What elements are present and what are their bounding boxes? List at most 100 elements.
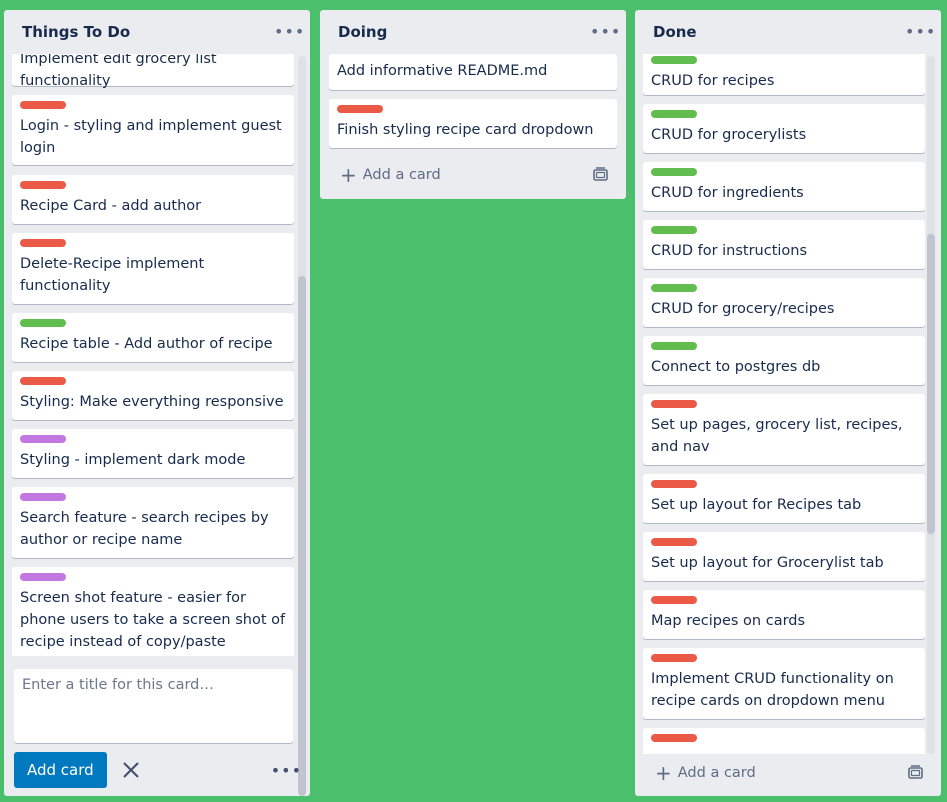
card-label-red (651, 596, 697, 604)
card-label-red (20, 239, 66, 247)
card-title: Set up pages, grocery list, recipes, and… (651, 417, 903, 455)
card[interactable]: CRUD for instructions (643, 220, 925, 269)
card[interactable]: Connect to postgres db (643, 336, 925, 385)
card-title: CRUD for grocery/recipes (651, 301, 835, 317)
card-title: Finish styling recipe card dropdown (337, 122, 594, 138)
card[interactable]: Finish styling recipe card dropdown (329, 99, 617, 148)
card[interactable]: Styling: Make everything responsive (12, 371, 294, 420)
card-title: Map recipes on cards (651, 613, 806, 629)
scrollbar[interactable] (927, 56, 935, 754)
card-label-green (651, 56, 697, 64)
list-menu-icon[interactable]: ••• (905, 24, 935, 40)
card-title: CRUD for instructions (651, 243, 808, 259)
card-label-purple (20, 573, 66, 581)
card-template-icon[interactable] (907, 765, 925, 781)
more-options-icon[interactable]: ••• (271, 761, 302, 780)
list-title[interactable]: Doing (338, 23, 387, 41)
list-header: Done ••• (635, 10, 941, 54)
card[interactable]: Delete-Recipe implement functionality (12, 233, 294, 304)
list-header: Doing ••• (320, 10, 626, 54)
card-label-red (337, 105, 383, 113)
card[interactable]: Implement edit grocery list functionalit… (12, 54, 294, 89)
add-card-link[interactable]: + Add a card (340, 165, 441, 185)
plus-icon: + (655, 761, 672, 785)
list-title[interactable]: Done (653, 23, 697, 41)
add-card-label: Add a card (677, 765, 756, 781)
card-title: Screen shot feature - easier for phone u… (20, 590, 286, 650)
card[interactable]: CRUD for grocerylists (643, 104, 925, 153)
list-title[interactable]: Things To Do (22, 23, 130, 41)
add-card-button[interactable]: Add card (14, 752, 107, 788)
card-label-red (651, 400, 697, 408)
card-title: Login - styling and implement guest logi… (20, 118, 282, 156)
scrollbar-thumb[interactable] (927, 234, 935, 534)
new-card-placeholder: Enter a title for this card… (22, 677, 214, 693)
card-title: Set up layout for Recipes tab (651, 497, 862, 513)
card-title: CRUD for ingredients (651, 185, 804, 201)
card-label-red (651, 734, 697, 742)
card-label-red (651, 480, 697, 488)
card[interactable]: Map recipes on cards (643, 590, 925, 639)
list-menu-icon[interactable]: ••• (274, 24, 304, 40)
card-label-red (651, 654, 697, 662)
card[interactable]: Set up layout for Grocerylist tab (643, 532, 925, 581)
card-title: Implement edit grocery list functionalit… (20, 54, 217, 89)
card-title: Add informative README.md (337, 63, 548, 79)
card[interactable]: Search feature - search recipes by autho… (12, 487, 294, 558)
card[interactable]: Set up layout for Recipes tab (643, 474, 925, 523)
scrollbar-thumb[interactable] (298, 276, 306, 796)
card-title: Set up layout for Grocerylist tab (651, 555, 884, 571)
list-done: Done ••• CRUD for recipes CRUD for groce… (635, 10, 941, 796)
card-title: Recipe table - Add author of recipe (20, 336, 273, 352)
card-list: Add informative README.md Finish styling… (320, 54, 626, 154)
card[interactable]: Screen shot feature - easier for phone u… (12, 567, 294, 656)
card[interactable] (643, 728, 925, 754)
card-title: Delete-Recipe implement functionality (20, 256, 205, 294)
add-card-label: Add a card (362, 167, 441, 183)
card-title: Styling - implement dark mode (20, 452, 246, 468)
list-header: Things To Do ••• (4, 10, 310, 54)
composer-actions: Add card ••• (14, 752, 302, 788)
new-card-title-input[interactable]: Enter a title for this card… (14, 669, 293, 743)
card[interactable]: CRUD for ingredients (643, 162, 925, 211)
card-title: CRUD for grocerylists (651, 127, 807, 143)
card-label-green (651, 110, 697, 118)
card-title: Styling: Make everything responsive (20, 394, 284, 410)
add-card-row: + Add a card (340, 161, 610, 189)
scrollbar[interactable] (298, 56, 306, 796)
card-label-red (20, 377, 66, 385)
card-label-green (651, 284, 697, 292)
card-title: Recipe Card - add author (20, 198, 202, 214)
card[interactable]: Styling - implement dark mode (12, 429, 294, 478)
plus-icon: + (340, 163, 357, 187)
card-list: CRUD for recipes CRUD for grocerylists C… (635, 54, 941, 754)
card-label-purple (20, 493, 66, 501)
card-template-icon[interactable] (592, 167, 610, 183)
card[interactable]: Add informative README.md (329, 54, 617, 90)
card[interactable]: Implement CRUD functionality on recipe c… (643, 648, 925, 719)
card-label-red (651, 538, 697, 546)
card-label-green (651, 226, 697, 234)
card-label-red (20, 101, 66, 109)
card-title: Search feature - search recipes by autho… (20, 510, 269, 548)
card-list: Implement edit grocery list functionalit… (4, 54, 310, 656)
card[interactable]: Recipe Card - add author (12, 175, 294, 224)
list-doing: Doing ••• Add informative README.md Fini… (320, 10, 626, 199)
close-icon[interactable] (119, 758, 143, 782)
card[interactable]: Recipe table - Add author of recipe (12, 313, 294, 362)
card-label-green (651, 168, 697, 176)
add-card-row: + Add a card (655, 759, 925, 787)
add-card-link[interactable]: + Add a card (655, 763, 756, 783)
card-label-purple (20, 435, 66, 443)
card-label-green (20, 319, 66, 327)
card-title: Connect to postgres db (651, 359, 821, 375)
list-menu-icon[interactable]: ••• (590, 24, 620, 40)
card-title: Implement CRUD functionality on recipe c… (651, 671, 894, 709)
card-label-green (651, 342, 697, 350)
card-title: CRUD for recipes (651, 73, 775, 89)
card[interactable]: CRUD for grocery/recipes (643, 278, 925, 327)
card[interactable]: Set up pages, grocery list, recipes, and… (643, 394, 925, 465)
card-label-red (20, 181, 66, 189)
card[interactable]: Login - styling and implement guest logi… (12, 95, 294, 165)
card[interactable]: CRUD for recipes (643, 54, 925, 95)
